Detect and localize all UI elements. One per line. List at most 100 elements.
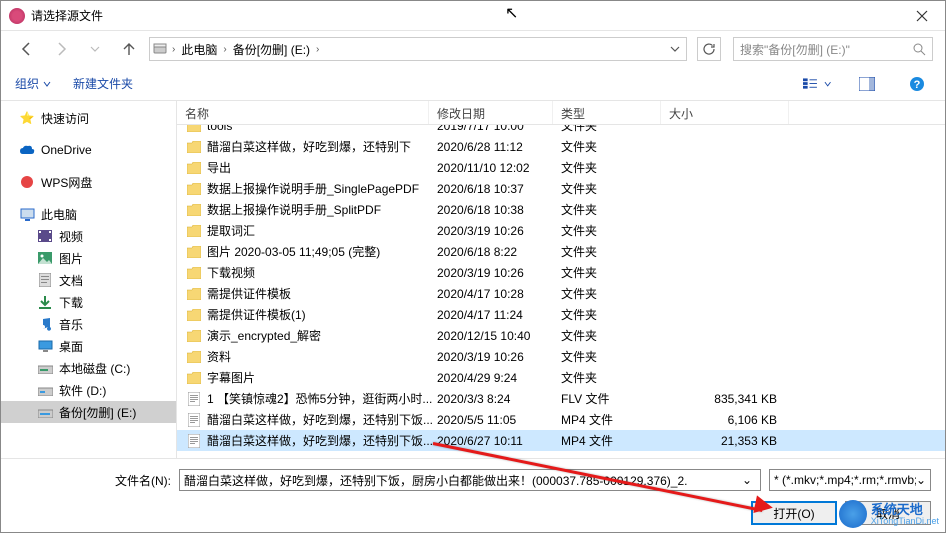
file-row[interactable]: 醋溜白菜这样做，好吃到爆，还特别下2020/6/28 11:12文件夹 bbox=[177, 136, 945, 157]
file-date: 2020/3/19 10:26 bbox=[437, 350, 561, 364]
folder-icon bbox=[185, 351, 203, 363]
sidebar-item-music[interactable]: 音乐 bbox=[1, 313, 176, 335]
sidebar-item-downloads[interactable]: 下载 bbox=[1, 291, 176, 313]
file-row[interactable]: 需提供证件模板2020/4/17 10:28文件夹 bbox=[177, 283, 945, 304]
sidebar-item-onedrive[interactable]: OneDrive bbox=[1, 139, 176, 161]
sidebar-item-disk-d[interactable]: 软件 (D:) bbox=[1, 379, 176, 401]
breadcrumb[interactable]: › 此电脑 › 备份[勿删] (E:) › bbox=[149, 37, 687, 61]
help-button[interactable]: ? bbox=[903, 76, 931, 92]
recent-dropdown[interactable] bbox=[81, 35, 109, 63]
toolbar: 组织 新建文件夹 ? bbox=[1, 67, 945, 101]
file-date: 2020/3/3 8:24 bbox=[437, 392, 561, 406]
file-row[interactable]: 图片 2020-03-05 11;49;05 (完整)2020/6/18 8:2… bbox=[177, 241, 945, 262]
folder-icon bbox=[185, 162, 203, 174]
drive-icon bbox=[37, 360, 53, 376]
file-type: 文件夹 bbox=[561, 159, 669, 176]
file-row[interactable]: tools2019/7/17 10:00文件夹 bbox=[177, 125, 945, 136]
col-type[interactable]: 类型 bbox=[553, 101, 661, 124]
preview-pane-button[interactable] bbox=[853, 77, 881, 91]
folder-icon bbox=[185, 125, 203, 132]
file-type: 文件夹 bbox=[561, 180, 669, 197]
filename-input[interactable]: 醋溜白菜这样做，好吃到爆，还特别下饭，厨房小白都能做出来！(000037.785… bbox=[179, 469, 761, 491]
folder-icon bbox=[185, 330, 203, 342]
file-row[interactable]: 下载视频2020/3/19 10:26文件夹 bbox=[177, 262, 945, 283]
file-type: 文件夹 bbox=[561, 243, 669, 260]
download-icon bbox=[37, 294, 53, 310]
file-row[interactable]: 资料2020/3/19 10:26文件夹 bbox=[177, 346, 945, 367]
file-list-body[interactable]: tools2019/7/17 10:00文件夹醋溜白菜这样做，好吃到爆，还特别下… bbox=[177, 125, 945, 459]
file-date: 2020/4/29 9:24 bbox=[437, 371, 561, 385]
navbar: › 此电脑 › 备份[勿删] (E:) › 搜索"备份[勿删] (E:)" bbox=[1, 31, 945, 67]
annotation-arrow-head bbox=[753, 495, 774, 516]
sidebar-item-disk-c[interactable]: 本地磁盘 (C:) bbox=[1, 357, 176, 379]
file-name: 图片 2020-03-05 11;49;05 (完整) bbox=[207, 243, 437, 260]
file-date: 2020/4/17 10:28 bbox=[437, 287, 561, 301]
picture-icon bbox=[37, 250, 53, 266]
file-icon bbox=[185, 413, 203, 427]
sidebar-item-documents[interactable]: 文档 bbox=[1, 269, 176, 291]
back-button[interactable] bbox=[13, 35, 41, 63]
breadcrumb-seg-pc[interactable]: 此电脑 bbox=[179, 41, 219, 58]
filter-select[interactable]: * (*.mkv;*.mp4;*.rm;*.rmvb;*.f ⌄ bbox=[769, 469, 931, 491]
filename-label: 文件名(N): bbox=[15, 472, 171, 489]
folder-icon bbox=[185, 267, 203, 279]
refresh-button[interactable] bbox=[697, 37, 721, 61]
file-name: 醋溜白菜这样做，好吃到爆，还特别下 bbox=[207, 138, 437, 155]
svg-text:?: ? bbox=[914, 79, 921, 91]
col-name[interactable]: 名称 bbox=[177, 101, 429, 124]
file-row[interactable]: 数据上报操作说明手册_SplitPDF2020/6/18 10:38文件夹 bbox=[177, 199, 945, 220]
search-placeholder: 搜索"备份[勿删] (E:)" bbox=[740, 41, 913, 58]
sidebar-item-video[interactable]: 视频 bbox=[1, 225, 176, 247]
titlebar: 请选择源文件 bbox=[1, 1, 945, 31]
sidebar-item-pictures[interactable]: 图片 bbox=[1, 247, 176, 269]
col-size[interactable]: 大小 bbox=[661, 101, 789, 124]
breadcrumb-seg-drive[interactable]: 备份[勿删] (E:) bbox=[231, 41, 312, 58]
file-row[interactable]: 提取词汇2020/3/19 10:26文件夹 bbox=[177, 220, 945, 241]
view-button[interactable] bbox=[803, 77, 831, 91]
filename-dropdown[interactable]: ⌄ bbox=[738, 473, 756, 487]
file-type: 文件夹 bbox=[561, 138, 669, 155]
sidebar-item-thispc[interactable]: 此电脑 bbox=[1, 203, 176, 225]
file-type: MP4 文件 bbox=[561, 411, 669, 428]
file-row[interactable]: 演示_encrypted_解密2020/12/15 10:40文件夹 bbox=[177, 325, 945, 346]
breadcrumb-dropdown[interactable] bbox=[666, 44, 684, 54]
desktop-icon bbox=[37, 338, 53, 354]
file-row[interactable]: 数据上报操作说明手册_SinglePagePDF2020/6/18 10:37文… bbox=[177, 178, 945, 199]
drive-icon bbox=[37, 404, 53, 420]
file-row[interactable]: 醋溜白菜这样做，好吃到爆，还特别下饭...2020/6/27 10:11MP4 … bbox=[177, 430, 945, 451]
sidebar-item-disk-e[interactable]: 备份[勿删] (E:) bbox=[1, 401, 176, 423]
file-date: 2020/6/27 10:11 bbox=[437, 434, 561, 448]
file-date: 2020/11/10 12:02 bbox=[437, 161, 561, 175]
col-date[interactable]: 修改日期 bbox=[429, 101, 553, 124]
file-row[interactable]: 需提供证件模板(1)2020/4/17 11:24文件夹 bbox=[177, 304, 945, 325]
drive-icon bbox=[152, 42, 168, 56]
folder-icon bbox=[185, 183, 203, 195]
file-row[interactable]: 导出2020/11/10 12:02文件夹 bbox=[177, 157, 945, 178]
up-button[interactable] bbox=[115, 35, 143, 63]
sidebar-item-quick[interactable]: ⭐快速访问 bbox=[1, 107, 176, 129]
sidebar: ⭐快速访问 OneDrive WPS网盘 此电脑 视频 图片 文档 下载 音乐 … bbox=[1, 101, 177, 459]
new-folder-button[interactable]: 新建文件夹 bbox=[73, 75, 133, 92]
star-icon: ⭐ bbox=[19, 110, 35, 126]
file-row[interactable]: 字幕图片2020/4/29 9:24文件夹 bbox=[177, 367, 945, 388]
refresh-icon bbox=[702, 42, 716, 56]
file-name: 需提供证件模板 bbox=[207, 285, 437, 302]
sidebar-item-desktop[interactable]: 桌面 bbox=[1, 335, 176, 357]
search-input[interactable]: 搜索"备份[勿删] (E:)" bbox=[733, 37, 933, 61]
forward-button[interactable] bbox=[47, 35, 75, 63]
cloud-icon bbox=[19, 142, 35, 158]
file-row[interactable]: 醋溜白菜这样做，好吃到爆，还特别下饭...2020/5/5 11:05MP4 文… bbox=[177, 409, 945, 430]
watermark-icon bbox=[839, 500, 867, 528]
pc-icon bbox=[19, 206, 35, 222]
organize-button[interactable]: 组织 bbox=[15, 75, 51, 92]
file-date: 2020/3/19 10:26 bbox=[437, 266, 561, 280]
column-header: 名称 修改日期 类型 大小 bbox=[177, 101, 945, 125]
arrow-right-icon bbox=[53, 41, 69, 57]
main: ⭐快速访问 OneDrive WPS网盘 此电脑 视频 图片 文档 下载 音乐 … bbox=[1, 101, 945, 459]
file-name: 导出 bbox=[207, 159, 437, 176]
sidebar-item-wps[interactable]: WPS网盘 bbox=[1, 171, 176, 193]
close-button[interactable] bbox=[899, 1, 945, 31]
video-icon bbox=[37, 228, 53, 244]
file-name: 醋溜白菜这样做，好吃到爆，还特别下饭... bbox=[207, 411, 437, 428]
file-row[interactable]: 1 【笑镇惊魂2】恐怖5分钟，逛街两小时...2020/3/3 8:24FLV … bbox=[177, 388, 945, 409]
